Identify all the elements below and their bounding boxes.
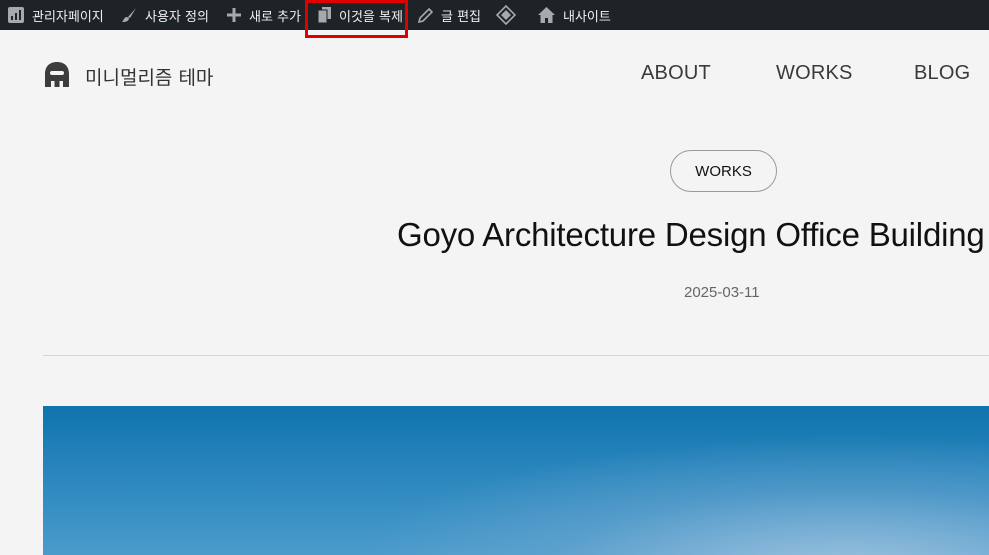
diamond-icon: [496, 5, 516, 25]
post-title: Goyo Architecture Design Office Building: [397, 216, 985, 253]
home-icon: [538, 7, 555, 23]
category-badge[interactable]: WORKS: [670, 150, 777, 192]
plus-icon: [227, 8, 241, 22]
pencil-icon: [418, 7, 433, 23]
ghost-logo-icon: [42, 60, 72, 92]
admin-new-label: 새로 추가: [249, 9, 301, 25]
admin-bar: 관리자페이지 사용자 정의 새로 추가 이것을 복제 글 편집 내사이트: [0, 0, 989, 30]
dashboard-icon: [8, 7, 24, 23]
admin-diamond-link[interactable]: [496, 0, 524, 30]
admin-dashboard-label: 관리자페이지: [32, 9, 104, 25]
admin-new-link[interactable]: 새로 추가: [227, 0, 301, 30]
nav-about[interactable]: ABOUT: [641, 62, 711, 85]
admin-duplicate-label: 이것을 복제: [339, 9, 403, 25]
admin-customize-link[interactable]: 사용자 정의: [121, 0, 209, 30]
nav-blog[interactable]: BLOG: [914, 62, 970, 85]
admin-customize-label: 사용자 정의: [145, 9, 209, 25]
admin-edit-link[interactable]: 글 편집: [418, 0, 481, 30]
copy-icon: [318, 7, 331, 23]
admin-edit-label: 글 편집: [441, 9, 482, 25]
site-logo[interactable]: 미니멀리즘 테마: [42, 60, 213, 92]
featured-image: [43, 406, 989, 555]
admin-site-label: 내사이트: [563, 9, 611, 25]
admin-site-link[interactable]: 내사이트: [538, 0, 611, 30]
site-title: 미니멀리즘 테마: [85, 66, 214, 89]
admin-duplicate-link[interactable]: 이것을 복제: [318, 0, 403, 30]
paintbrush-icon: [121, 7, 137, 23]
admin-dashboard-link[interactable]: 관리자페이지: [8, 0, 104, 30]
post-date: 2025-03-11: [684, 284, 760, 301]
nav-works[interactable]: WORKS: [776, 62, 853, 85]
divider: [43, 355, 989, 356]
